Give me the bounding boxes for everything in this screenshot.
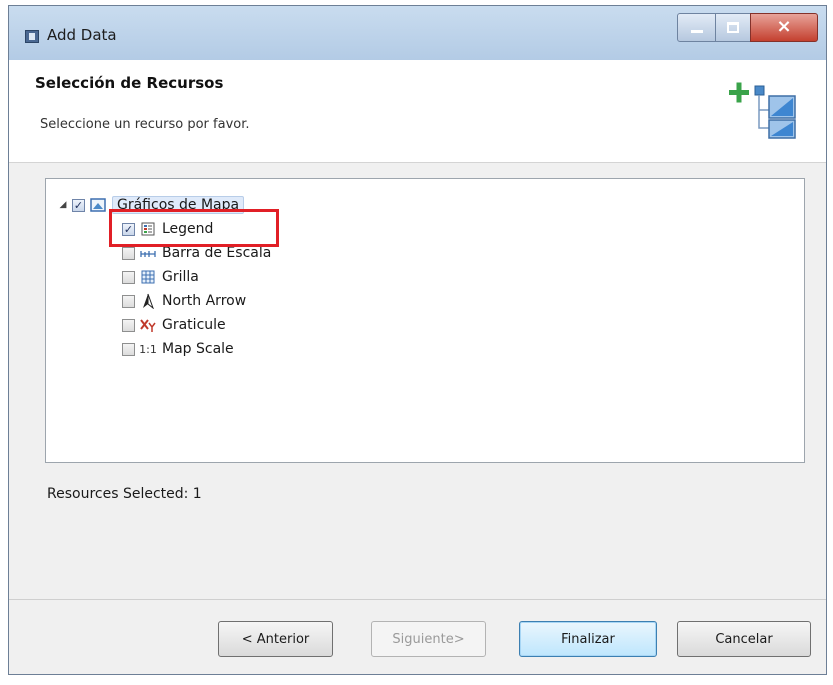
page-title: Selección de Recursos	[35, 74, 224, 92]
minimize-button[interactable]	[677, 13, 716, 42]
scale-bar-icon	[140, 245, 156, 261]
maximize-icon	[727, 22, 739, 33]
checkbox-grid[interactable]	[122, 270, 135, 284]
north-arrow-label: North Arrow	[162, 293, 247, 309]
tree-item-map-scale[interactable]: 1:1 Map Scale	[122, 337, 234, 361]
map-scale-label: Map Scale	[162, 341, 234, 357]
map-scale-icon: 1:1	[139, 342, 157, 356]
finish-button[interactable]: Finalizar	[519, 621, 657, 657]
collapse-arrow-icon[interactable]: ◢	[58, 200, 68, 210]
checkbox-map-scale[interactable]	[122, 342, 135, 356]
tree-item-grid[interactable]: Grilla	[122, 265, 199, 289]
scale-bar-label: Barra de Escala	[162, 245, 272, 261]
add-data-dialog: Add Data × Selección de Recursos Selecci…	[8, 5, 827, 675]
minimize-icon	[691, 30, 703, 33]
wizard-header: Selección de Recursos Seleccione un recu…	[9, 60, 826, 163]
north-arrow-icon	[140, 293, 156, 309]
footer-divider	[9, 599, 826, 600]
window-title: Add Data	[47, 26, 117, 44]
checkbox-north-arrow[interactable]	[122, 294, 135, 308]
graticule-icon	[140, 317, 156, 333]
app-icon	[25, 30, 39, 43]
checkbox-graticule[interactable]	[122, 318, 135, 332]
cancel-button[interactable]: Cancelar	[677, 621, 811, 657]
close-button[interactable]: ×	[750, 13, 818, 42]
map-graphics-folder-icon	[90, 197, 106, 213]
add-resource-wizard-icon	[729, 82, 796, 139]
tree-item-north-arrow[interactable]: North Arrow	[122, 289, 246, 313]
resources-selected-status: Resources Selected: 1	[47, 486, 202, 502]
checkbox-map-graphics[interactable]: ✓	[72, 198, 85, 212]
grid-label: Grilla	[162, 269, 199, 285]
graticule-label: Graticule	[162, 317, 226, 333]
close-icon: ×	[776, 16, 792, 37]
page-description: Seleccione un recurso por favor.	[40, 117, 250, 132]
grid-icon	[140, 269, 156, 285]
legend-highlight-annotation	[109, 209, 279, 247]
maximize-button[interactable]	[715, 13, 751, 42]
title-bar: Add Data ×	[9, 6, 826, 60]
checkbox-scale-bar[interactable]	[122, 246, 135, 260]
next-button[interactable]: Siguiente>	[371, 621, 486, 657]
back-button[interactable]: < Anterior	[218, 621, 333, 657]
tree-item-graticule[interactable]: Graticule	[122, 313, 226, 337]
